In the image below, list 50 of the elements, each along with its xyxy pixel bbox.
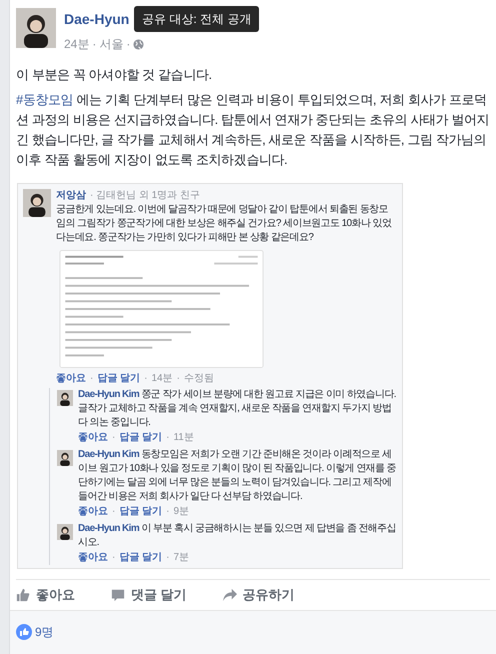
- comment-button[interactable]: 댓글 달기: [111, 585, 187, 605]
- post-meta: ·: [126, 36, 130, 53]
- comment-meta: ·: [112, 551, 116, 565]
- avatar: [16, 8, 56, 48]
- hashtag-link[interactable]: #동창모임: [16, 92, 74, 107]
- post-text: 이 부분은 꼭 아셔야할 것 같습니다.: [16, 66, 213, 84]
- like-button[interactable]: 좋아요: [16, 585, 75, 605]
- comment-text: 궁금한게 있는데요. 이번에 달곰작가 때문에 덩달아 같이 탑툰에서 퇴출된 동창모임의 그림작가 쫑군작가에 대한 보상은 해주실 건가요? 세이브원고도 10화나 있었다는데요. 쫑군작가는 가만히 있다가 피해만 본 상황 같은데요?: [56, 203, 392, 245]
- reply-text: Dae-Hyun Kim 이 부분 혹시 궁금해하시는 분들 있으면 제 답변을 좀 전해주십시오.: [78, 522, 397, 550]
- comment-meta: ·: [176, 372, 180, 386]
- comment-meta: ·: [166, 431, 170, 445]
- tooltip: 공유 대상: 전체 공개: [134, 6, 260, 32]
- comment-meta: ·: [90, 372, 94, 386]
- like-count[interactable]: 9명: [35, 623, 54, 641]
- speech-bubble-icon: [111, 588, 125, 602]
- reply-link[interactable]: 좋아요: [78, 551, 108, 565]
- post-meta: ·: [92, 36, 96, 53]
- share-button[interactable]: 공유하기: [222, 585, 295, 605]
- comment-meta: ·: [144, 372, 148, 386]
- reply-link[interactable]: 답글 달기: [119, 505, 162, 519]
- comment-meta: 7분: [173, 551, 190, 565]
- comment-meta: ·: [112, 431, 116, 445]
- comment-meta: 수정됨: [184, 372, 214, 386]
- thumbs-up-icon: [16, 588, 30, 602]
- reply-link[interactable]: 답글 달기: [97, 372, 140, 386]
- comment-meta: 11분: [173, 431, 194, 445]
- reply-link[interactable]: 좋아요: [78, 505, 108, 519]
- globe-icon[interactable]: [133, 38, 144, 50]
- comment-meta: ·: [166, 505, 170, 519]
- reply-link[interactable]: 좋아요: [78, 431, 108, 445]
- comment-meta: 14분: [151, 372, 173, 386]
- post-meta: 24분: [64, 36, 90, 53]
- commenter-name[interactable]: 저앙삼: [56, 189, 86, 203]
- post-meta: 서울: [99, 36, 124, 53]
- reply-text: Dae-Hyun Kim 쫑군 작가 세이브 분량에 대한 원고료 지급은 이미 하였습니다. 글작가 교체하고 작품을 계속 연재할지, 새로운 작품을 연재할지 두가지 방법 다 의논 중입니다.: [78, 388, 397, 430]
- reply-link[interactable]: 답글 달기: [119, 431, 162, 445]
- like-count-icon: [16, 624, 32, 640]
- avatar: [57, 450, 73, 466]
- post-text: #동창모임 에는 기획 단계부터 많은 인력과 비용이 투입되었으며, 저희 회사가 프로덕션 과정의 비용은 선지급하였습니다. 탑툰에서 연재가 중단되는 초유의 사태가 벌어지긴 했습니다만, 글 작가를 교체해서 계속하든, 새로운 작품을 시작하든, 그림 작가님의 이후 작품 활동에 지장이 없도록 조치하겠습니다.: [16, 91, 490, 169]
- comment-meta: ·: [166, 551, 170, 565]
- share-arrow-icon: [222, 588, 237, 602]
- avatar: [57, 390, 73, 406]
- avatar: [57, 524, 73, 540]
- comment-meta: 9분: [173, 505, 190, 519]
- avatar: [23, 189, 51, 217]
- friend-context: · 김태헌님 외 1명과 친구: [90, 189, 200, 203]
- reply-link[interactable]: 답글 달기: [119, 551, 162, 565]
- reply-link[interactable]: 좋아요: [56, 372, 86, 386]
- comment-meta: ·: [112, 505, 116, 519]
- reply-text: Dae-Hyun Kim 동창모임은 저희가 오랜 기간 준비해온 것이라 이례적으로 세이브 원고가 10화나 있을 정도로 기획이 많이 된 작품입니다. 이렇게 연재를 중단하기에는 달곰 외에 너무 많은 분들의 노력이 담겨있습니다. 그리고 제작에 들어간 비용은 저희 회사가 일단 다 선부담 하였습니다.: [78, 448, 397, 504]
